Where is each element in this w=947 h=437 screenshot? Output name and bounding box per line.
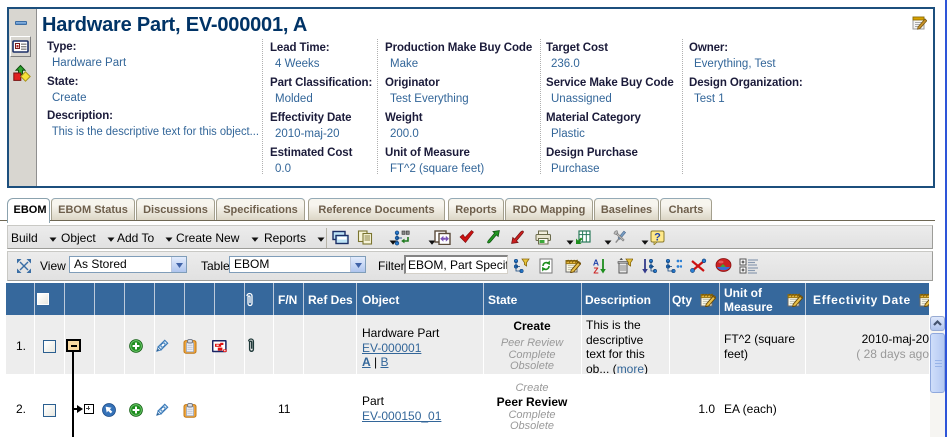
- svg-text:?: ?: [654, 232, 661, 244]
- svg-text:Z: Z: [593, 265, 598, 274]
